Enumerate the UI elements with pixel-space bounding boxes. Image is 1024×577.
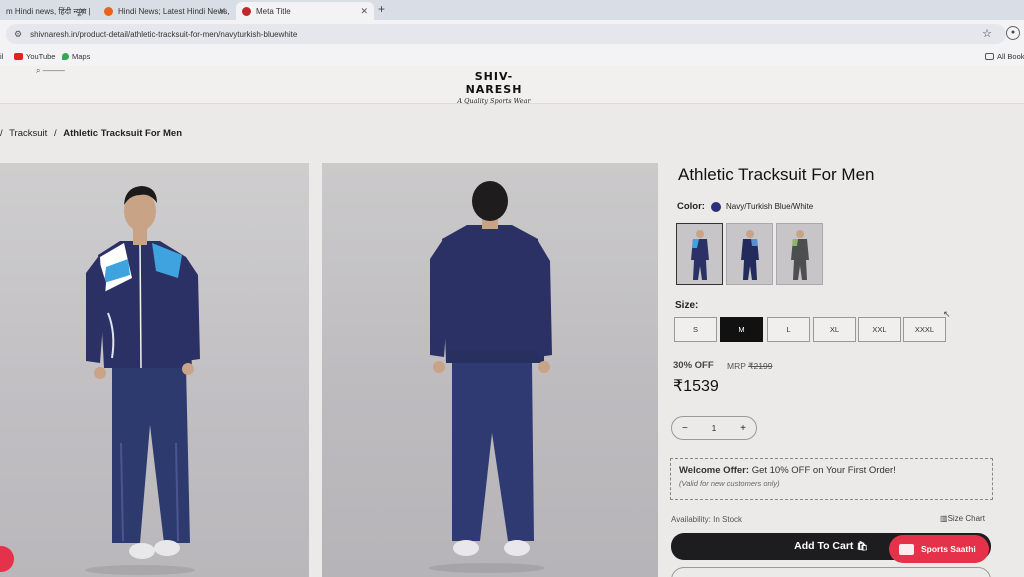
site-logo[interactable]: SHIV-NARESH A Quality Sports Wear (448, 70, 540, 105)
new-tab-button[interactable]: + (378, 2, 385, 16)
browser-tab-bar: m Hindi news, हिंदी न्यूज़ | ✕ Hindi New… (0, 0, 1024, 20)
offer-text: Get 10% OFF on Your First Order! (751, 465, 896, 476)
mrp-label: MRP (727, 361, 746, 371)
bookmark-label: Maps (72, 52, 91, 61)
size-option-xxl[interactable]: XXL (858, 317, 901, 342)
breadcrumb: / Tracksuit / Athletic Tracksuit For Men (0, 128, 186, 139)
qty-increase-button[interactable]: + (740, 423, 746, 434)
welcome-offer-box: Welcome Offer: Get 10% OFF on Your First… (670, 458, 993, 500)
close-tab-icon[interactable]: ✕ (218, 6, 226, 17)
favicon-icon (242, 6, 251, 16)
bookmark-label: YouTube (26, 52, 56, 61)
mouse-cursor-icon: ↖ (943, 309, 951, 319)
site-header: ⌕ ‒‒‒‒‒ SHIV-NARESH A Quality Sports Wea… (0, 66, 1024, 105)
browser-tab-2[interactable]: Hindi News; Latest Hindi News, ✕ (98, 2, 232, 20)
offer-note: (Valid for new customers only) (679, 479, 780, 488)
mrp-block: MRP ₹2199 (727, 361, 772, 372)
bookmark-label: il (0, 52, 4, 61)
availability-label: Availability: (671, 515, 711, 524)
color-selector-row: Color: Navy/Turkish Blue/White (677, 201, 813, 212)
product-title: Athletic Tracksuit For Men (678, 165, 875, 184)
sports-saathi-chat-button[interactable]: Sports Saathi (889, 535, 989, 563)
folder-icon (985, 53, 994, 60)
size-option-l[interactable]: L (767, 317, 810, 342)
tab-title: Hindi News; Latest Hindi News, (118, 6, 230, 16)
size-option-m[interactable]: M (720, 317, 763, 342)
offer-line: Welcome Offer: Get 10% OFF on Your First… (679, 465, 984, 476)
model-back-illustration (429, 181, 552, 573)
chat-label: Sports Saathi (921, 544, 976, 554)
offer-title: Welcome Offer: (679, 465, 750, 476)
quantity-stepper: − 1 + (671, 416, 757, 440)
size-chart-label: Size Chart (947, 514, 985, 523)
color-value: Navy/Turkish Blue/White (725, 202, 814, 211)
color-variant-navy-turkish-blue[interactable] (676, 223, 723, 285)
ruler-icon: ▥ (940, 514, 948, 523)
product-image-back[interactable] (322, 163, 658, 577)
product-image-front[interactable] (0, 163, 309, 577)
shopping-bag-icon: 🛍 (856, 541, 868, 551)
add-to-cart-label: Add To Cart (794, 540, 854, 552)
variant-thumbnail-icon (791, 230, 809, 280)
sale-price: ₹1539 (673, 378, 719, 395)
bookmark-youtube[interactable]: YouTube (14, 52, 55, 61)
availability: Availability: In Stock (671, 515, 742, 524)
all-bookmarks-label: All Book (997, 52, 1024, 61)
close-tab-icon[interactable]: ✕ (360, 6, 368, 17)
variant-thumbnail-icon (691, 230, 709, 280)
size-chart-link[interactable]: ▥Size Chart (940, 514, 985, 523)
brand-name: SHIV-NARESH (465, 70, 523, 96)
size-option-xl[interactable]: XL (813, 317, 856, 342)
address-bar-area: ⚙ shivnaresh.in/product-detail/athletic-… (0, 20, 1024, 48)
bookmark-maps[interactable]: Maps (62, 52, 90, 61)
size-label: Size: (675, 300, 699, 311)
search-icon[interactable]: ⌕ ‒‒‒‒‒ (36, 66, 65, 76)
all-bookmarks[interactable]: All Book (985, 52, 1024, 61)
tab-title: Meta Title (256, 6, 291, 16)
brand-tagline: A Quality Sports Wear (457, 97, 531, 105)
address-bar[interactable]: ⚙ shivnaresh.in/product-detail/athletic-… (6, 24, 1006, 44)
color-swatch-icon[interactable] (710, 201, 721, 212)
favicon-icon (104, 6, 113, 16)
url-text[interactable]: shivnaresh.in/product-detail/athletic-tr… (30, 30, 297, 39)
breadcrumb-category-link[interactable]: Tracksuit (9, 128, 47, 139)
browser-tab-3-active[interactable]: Meta Title ✕ (236, 2, 374, 20)
availability-value: In Stock (713, 515, 743, 524)
color-variant-navy[interactable] (726, 223, 773, 285)
breadcrumb-separator: / (53, 128, 57, 139)
buy-now-button[interactable] (671, 567, 991, 577)
browser-tab-1[interactable]: m Hindi news, हिंदी न्यूज़ | ✕ (0, 2, 92, 20)
breadcrumb-current: Athletic Tracksuit For Men (63, 128, 182, 139)
site-info-icon[interactable]: ⚙ (14, 29, 22, 40)
size-option-s[interactable]: S (674, 317, 717, 342)
qty-decrease-button[interactable]: − (682, 423, 688, 434)
size-option-xxxl[interactable]: XXXL (903, 317, 946, 342)
mrp-value: ₹2199 (748, 361, 773, 371)
color-variant-grey[interactable] (776, 223, 823, 285)
close-tab-icon[interactable]: ✕ (78, 6, 86, 17)
bookmark-item[interactable]: il (0, 52, 3, 61)
profile-icon[interactable]: ● (1006, 26, 1020, 40)
chat-bubble-icon (899, 543, 914, 555)
breadcrumb-separator: / (0, 128, 3, 139)
maps-icon (62, 53, 69, 60)
qty-value[interactable]: 1 (712, 424, 716, 433)
bookmark-star-icon[interactable]: ☆ (982, 27, 992, 40)
variant-thumbnail-icon (741, 230, 759, 280)
youtube-icon (14, 53, 23, 60)
discount-badge: 30% OFF (673, 360, 714, 371)
model-front-illustration (85, 186, 200, 575)
bookmarks-bar: il YouTube Maps All Book (0, 48, 1024, 66)
color-label: Color: (677, 201, 705, 212)
